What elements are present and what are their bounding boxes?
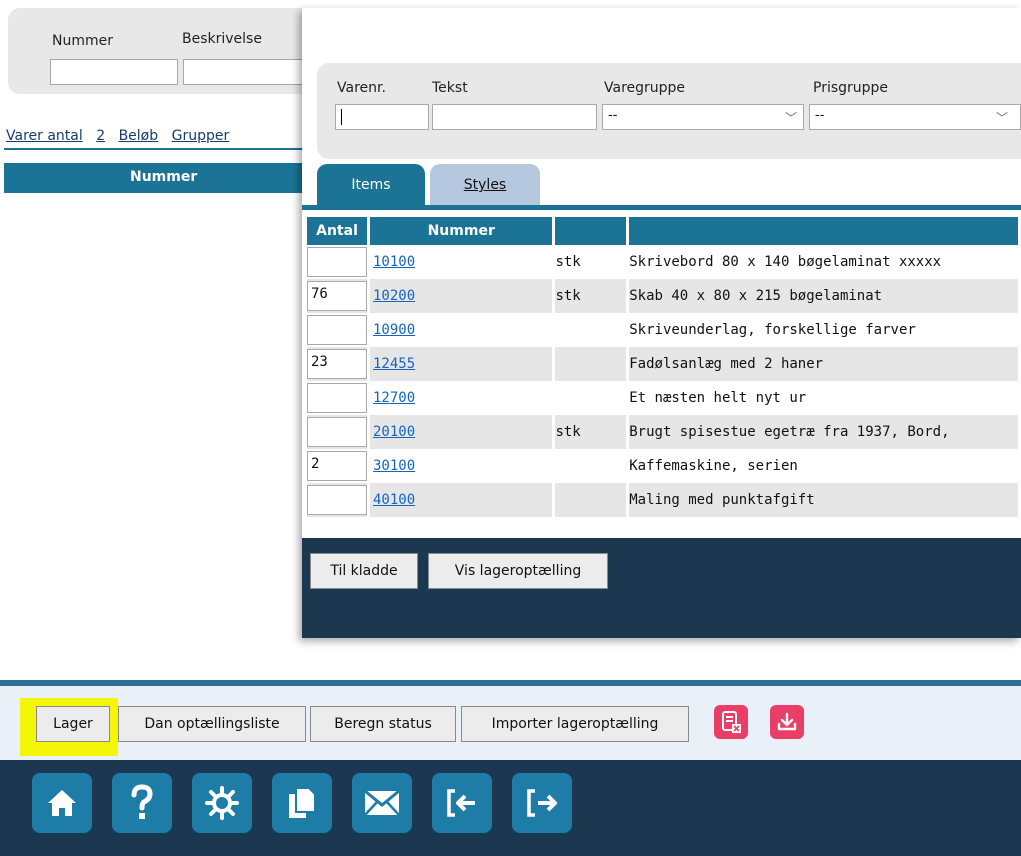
copy-icon[interactable] [272, 773, 332, 833]
column-header-enhed [555, 217, 627, 245]
dan-optaellingsliste-button[interactable]: Dan optællingsliste [118, 706, 306, 742]
help-icon[interactable] [112, 773, 172, 833]
prisgruppe-select[interactable]: -- ﹀ [809, 104, 1021, 130]
antal-input[interactable] [307, 315, 367, 345]
varegruppe-select[interactable]: -- ﹀ [602, 104, 804, 130]
prisgruppe-value: -- [815, 108, 825, 123]
description-cell: Maling med punktafgift [629, 483, 1018, 517]
varenr-label: Varenr. [337, 80, 386, 96]
table-row: 23 12455 Fadølsanlæg med 2 haner [307, 347, 1018, 381]
home-icon[interactable] [32, 773, 92, 833]
background-header-nummer: Nummer [130, 169, 198, 185]
unit-cell [555, 313, 626, 347]
unit-cell: stk [555, 254, 581, 270]
modal-dialog: Varenr. Tekst Varegruppe Prisgruppe -- ﹀… [302, 8, 1021, 638]
chevron-down-icon: ﹀ [784, 111, 797, 125]
nummer-input[interactable] [50, 59, 178, 85]
background-tabs: Varer antal 2 Beløb Grupper [6, 128, 229, 144]
tab-varer-antal[interactable]: Varer antal [6, 128, 83, 144]
lager-button[interactable]: Lager [36, 706, 110, 742]
mail-icon[interactable] [352, 773, 412, 833]
item-number-link[interactable]: 20100 [370, 424, 415, 440]
logout-icon[interactable] [512, 773, 572, 833]
description-cell: Skrivebord 80 x 140 bøgelaminat xxxxx [629, 254, 942, 270]
antal-input[interactable] [307, 485, 367, 515]
chevron-down-icon: ﹀ [995, 111, 1008, 125]
tab-styles-label: Styles [463, 177, 507, 193]
nummer-label: Nummer [52, 33, 113, 49]
description-cell: Brugt spisestue egetræ fra 1937, Bord, [629, 415, 1018, 449]
table-row: 10900 Skriveunderlag, forskellige farver [307, 313, 1018, 347]
antal-input[interactable] [307, 247, 367, 277]
item-number-link[interactable]: 10900 [370, 322, 415, 338]
tab-count[interactable]: 2 [96, 128, 105, 144]
description-cell: Kaffemaskine, serien [629, 458, 798, 474]
tab-styles[interactable]: Styles [430, 164, 540, 206]
column-header-antal: Antal [307, 217, 367, 245]
item-number-link[interactable]: 10100 [370, 254, 415, 270]
til-kladde-button[interactable]: Til kladde [310, 553, 418, 589]
table-row: 40100 Maling med punktafgift [307, 483, 1018, 517]
settings-icon[interactable] [192, 773, 252, 833]
text-cursor [341, 109, 342, 125]
beskrivelse-input[interactable] [183, 59, 303, 85]
description-cell: Skriveunderlag, forskellige farver [629, 322, 916, 338]
beskrivelse-label: Beskrivelse [182, 31, 262, 47]
description-cell: Fadølsanlæg med 2 haner [629, 347, 1018, 381]
item-number-link[interactable]: 40100 [370, 492, 415, 508]
table-row: 10100 stk Skrivebord 80 x 140 bøgelamina… [307, 245, 1018, 279]
varegruppe-label: Varegruppe [604, 80, 686, 96]
tab-grupper[interactable]: Grupper [172, 128, 230, 144]
column-header-tekst [629, 217, 1018, 245]
login-icon[interactable] [432, 773, 492, 833]
varegruppe-value: -- [608, 108, 618, 123]
unit-cell [555, 449, 626, 483]
item-number-link[interactable]: 30100 [370, 458, 415, 474]
tab-items[interactable]: Items [317, 164, 425, 206]
unit-cell: stk [555, 279, 627, 313]
antal-input[interactable]: 2 [307, 451, 367, 481]
item-number-link[interactable]: 10200 [370, 288, 415, 304]
importer-lageroptaelling-button[interactable]: Importer lageroptælling [461, 706, 689, 742]
vis-lageroptaelling-button[interactable]: Vis lageroptælling [428, 553, 608, 589]
prisgruppe-label: Prisgruppe [813, 80, 889, 96]
unit-cell [555, 347, 627, 381]
table-row: 2 30100 Kaffemaskine, serien [307, 449, 1018, 483]
tab-underline [4, 148, 304, 150]
tab-divider [302, 205, 1021, 210]
antal-input[interactable] [307, 383, 367, 413]
varenr-input[interactable] [335, 104, 429, 130]
column-header-nummer: Nummer [370, 217, 553, 245]
antal-input[interactable] [307, 417, 367, 447]
unit-cell: stk [555, 415, 627, 449]
table-row: 20100 stk Brugt spisestue egetræ fra 193… [307, 415, 1018, 449]
unit-cell [555, 381, 626, 415]
antal-input[interactable]: 23 [307, 349, 367, 379]
table-row: 76 10200 stk Skab 40 x 80 x 215 bøgelami… [307, 279, 1018, 313]
unit-cell [555, 483, 627, 517]
items-table: Antal Nummer 10100 stk Skrivebord 80 x 1… [304, 217, 1021, 517]
description-cell: Skab 40 x 80 x 215 bøgelaminat [629, 279, 1018, 313]
description-cell: Et næsten helt nyt ur [629, 390, 807, 406]
download-icon[interactable] [770, 705, 804, 739]
table-row: 12700 Et næsten helt nyt ur [307, 381, 1018, 415]
excel-export-icon[interactable] [714, 705, 748, 739]
beregn-status-button[interactable]: Beregn status [310, 706, 456, 742]
item-number-link[interactable]: 12455 [370, 356, 415, 372]
antal-input[interactable]: 76 [307, 281, 367, 311]
item-number-link[interactable]: 12700 [370, 390, 415, 406]
tekst-label: Tekst [432, 80, 468, 96]
tab-belob[interactable]: Beløb [119, 128, 159, 144]
background-table-header: Nummer [4, 163, 304, 193]
tekst-input[interactable] [432, 104, 597, 130]
